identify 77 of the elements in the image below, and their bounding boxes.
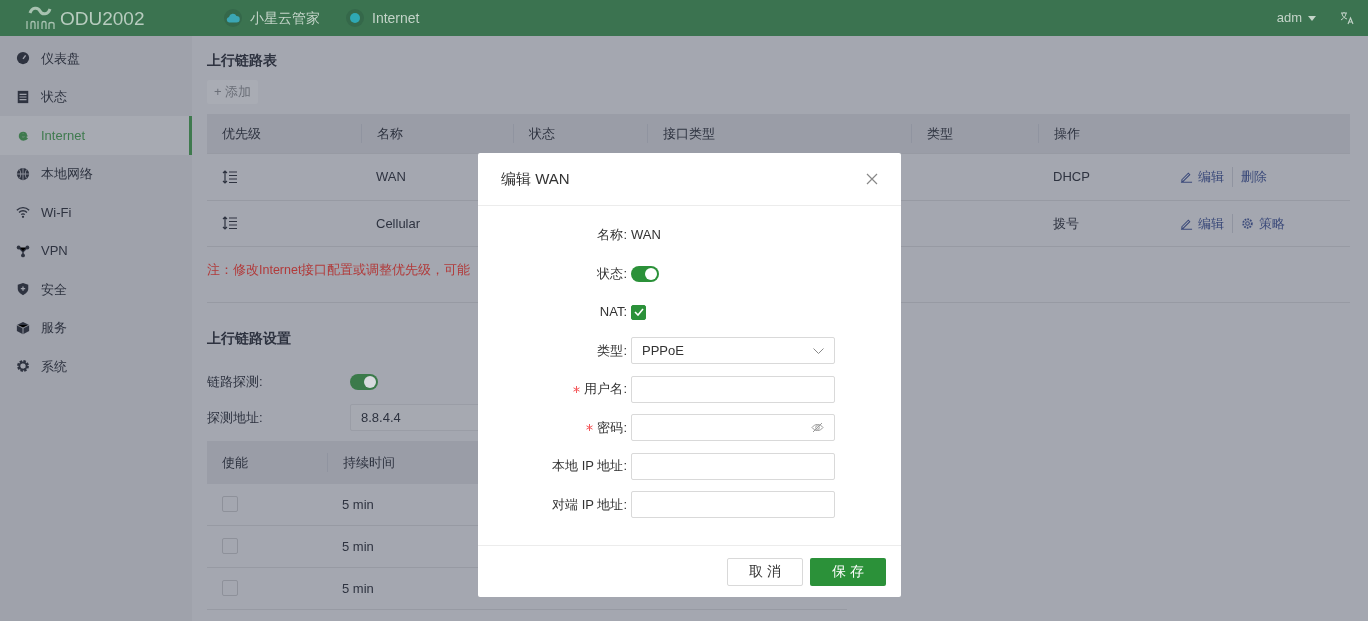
sort-handle-icon[interactable] (222, 169, 238, 184)
warning-note: 注：修改Internet接口配置或调整优先级，可能 (207, 262, 471, 279)
password-field[interactable] (631, 414, 835, 441)
table-cell: 5 min (342, 538, 374, 554)
input-field[interactable] (631, 452, 835, 480)
column-header: 优先级 (222, 125, 261, 141)
field-label: 密码: (597, 418, 627, 437)
address-field[interactable]: 8.8.4.4 (350, 403, 480, 431)
field-value: WAN (631, 226, 661, 245)
field-label: 用户名: (584, 380, 627, 399)
action-link[interactable]: 策略 (1259, 213, 1285, 233)
cancel-button[interactable]: 取 消 (727, 557, 803, 586)
sort-handle-icon[interactable] (222, 216, 238, 231)
eye-hidden-icon[interactable] (811, 422, 824, 433)
table-cell: WAN (376, 169, 406, 184)
column-header: 持续时间 (343, 454, 395, 470)
column-header: 使能 (222, 454, 248, 470)
sidebar-item[interactable]: 本地网络 (0, 154, 192, 193)
product-name: ODU2002 (60, 7, 145, 31)
field-label: 链路探测: (207, 373, 264, 391)
network-nodes-icon (16, 243, 30, 258)
section-title: 上行链路表 (207, 51, 278, 70)
logo-icon (24, 5, 58, 31)
wifi-icon (16, 205, 30, 220)
table-cell: DHCP (1053, 169, 1090, 184)
pencil-icon (1180, 216, 1193, 230)
cube-icon (16, 320, 30, 335)
list-icon (16, 89, 30, 104)
field-label: 探测地址: (207, 408, 264, 427)
globe-icon (16, 166, 30, 181)
field-label: 类型: (597, 341, 627, 360)
gauge-icon (16, 51, 30, 66)
toggle-switch[interactable] (350, 373, 378, 390)
section-title: 上行链路设置 (207, 328, 292, 348)
field-label: 状态: (597, 264, 627, 283)
column-header: 操作 (1054, 125, 1080, 141)
column-header: 状态 (529, 125, 555, 141)
sidebar-item[interactable]: VPN (0, 231, 192, 270)
table-cell: 拨号 (1053, 215, 1079, 231)
column-header: 类型 (927, 125, 953, 141)
input-field[interactable] (631, 375, 835, 403)
column-header: 接口类型 (663, 125, 715, 141)
nav-link[interactable]: Internet (372, 7, 420, 29)
cloud-icon (224, 9, 242, 27)
table-cell: 5 min (342, 580, 374, 596)
field-label: NAT: (599, 303, 627, 322)
field-label: 本地 IP 地址: (552, 457, 627, 476)
action-link[interactable]: 编辑 (1198, 167, 1224, 187)
toggle-switch[interactable] (631, 265, 659, 282)
input-field[interactable] (631, 491, 835, 518)
type-select[interactable]: PPPoE (631, 337, 835, 364)
sidebar-item[interactable]: 安全 (0, 270, 192, 309)
field-label: 对端 IP 地址: (552, 495, 627, 514)
action-link[interactable]: 删除 (1241, 167, 1267, 187)
action-link[interactable]: 编辑 (1198, 213, 1224, 233)
close-icon[interactable] (866, 173, 878, 185)
translate-icon[interactable] (1340, 11, 1354, 25)
checkbox[interactable] (631, 304, 646, 320)
sidebar-item[interactable]: 服务 (0, 308, 192, 347)
caret-icon (1308, 15, 1316, 21)
column-header: 名称 (377, 125, 403, 141)
shield-icon (16, 282, 30, 297)
table-cell: 5 min (342, 496, 374, 512)
save-button[interactable]: 保 存 (810, 557, 886, 586)
table-cell: Cellular (376, 215, 421, 231)
dialog-title: 编辑 WAN (501, 168, 570, 189)
sidebar-item[interactable]: 状态 (0, 77, 192, 116)
user-menu[interactable]: adm (1276, 8, 1316, 28)
pencil-icon (1180, 170, 1193, 184)
gear-icon (1241, 216, 1254, 230)
chevron-down-icon (813, 347, 824, 354)
sidebar-item[interactable]: 系统 (0, 347, 192, 386)
field-label: 名称: (596, 226, 627, 245)
gear-icon (16, 359, 30, 374)
sidebar-item[interactable]: Wi-Fi (0, 193, 192, 232)
sidebar-item[interactable]: 仪表盘 (0, 39, 192, 78)
nav-link[interactable]: 小星云管家 (250, 7, 320, 29)
